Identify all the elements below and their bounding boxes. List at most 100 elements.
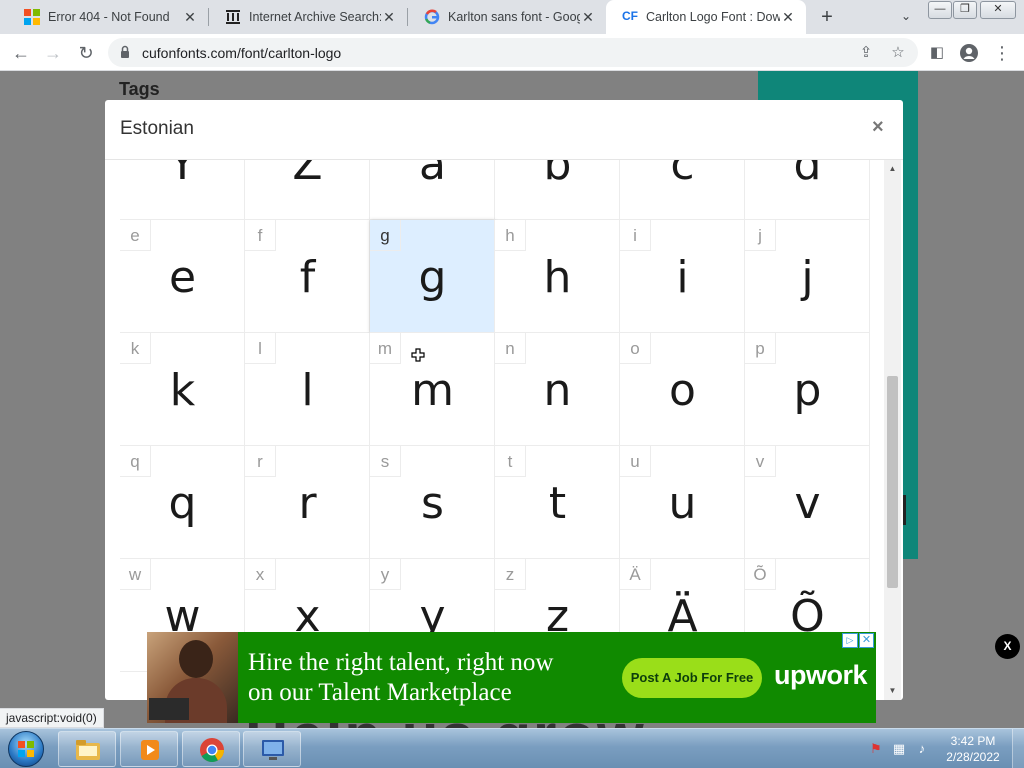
character-cell[interactable]: b (495, 160, 620, 220)
character-glyph: u (668, 478, 697, 529)
character-cell[interactable]: rr (245, 446, 370, 559)
tab-internet-archive[interactable]: Internet Archive Search: s ✕ (209, 0, 407, 34)
character-cell[interactable]: oo (620, 333, 745, 446)
back-arrow-icon[interactable]: ← (8, 40, 34, 66)
character-cell[interactable]: gg (370, 220, 495, 333)
character-glyph: a (419, 160, 446, 190)
character-glyph: Z (292, 160, 323, 190)
taskbar-clock[interactable]: 3:42 PM 2/28/2022 (940, 733, 1006, 765)
character-cell[interactable]: Z (245, 160, 370, 220)
ad-photo-person-head (179, 640, 213, 678)
upwork-logo: upwork (774, 660, 868, 690)
character-cell[interactable]: jj (745, 220, 870, 333)
character-cell[interactable]: ff (245, 220, 370, 333)
character-cell[interactable]: ss (370, 446, 495, 559)
character-label: f (245, 220, 276, 251)
close-tab-icon[interactable]: ✕ (780, 9, 796, 26)
close-tab-icon[interactable]: ✕ (381, 9, 397, 26)
character-label: o (620, 333, 651, 364)
ad-headline-line-1: Hire the right talent, right now (248, 649, 554, 676)
character-grid-viewport: YZabcdeeffgghhiijjkkllmmnnooppqqrrssttuu… (120, 160, 870, 700)
character-cell[interactable]: d (745, 160, 870, 220)
chrome-icon (200, 738, 224, 763)
character-cell[interactable]: hh (495, 220, 620, 333)
upwork-ad-banner[interactable]: Hire the right talent, right now on our … (147, 632, 876, 723)
character-glyph: g (418, 252, 447, 303)
character-label: r (245, 446, 276, 477)
address-bar[interactable]: cufonfonts.com/font/carlton-logo ⇪ ☆ (108, 38, 918, 67)
taskbar-windows-explorer[interactable] (58, 731, 116, 767)
character-label: x (245, 559, 276, 590)
taskbar-remote-desktop[interactable] (243, 731, 301, 767)
share-icon[interactable]: ⇪ (855, 42, 877, 64)
character-cell[interactable]: qq (120, 446, 245, 559)
character-glyph: k (169, 365, 196, 416)
action-center-flag-icon[interactable]: ⚑ (868, 741, 884, 757)
windows-taskbar: ⚑ ▦ ♪ 3:42 PM 2/28/2022 (0, 728, 1024, 768)
reload-icon[interactable]: ↻ (73, 40, 99, 66)
cufonfonts-icon: CF (622, 9, 638, 23)
status-bar-url: javascript:void(0) (0, 708, 104, 728)
character-cell[interactable]: Y (120, 160, 245, 220)
character-cell[interactable]: vv (745, 446, 870, 559)
tab-carlton-logo-font[interactable]: CF Carlton Logo Font : Down ✕ (606, 0, 806, 34)
windows-logo-icon (18, 741, 34, 757)
close-tab-icon[interactable]: ✕ (182, 9, 198, 26)
character-cell[interactable]: kk (120, 333, 245, 446)
new-tab-button[interactable]: + (815, 5, 839, 29)
character-cell[interactable]: a (370, 160, 495, 220)
forward-arrow-icon[interactable]: → (40, 40, 66, 66)
taskbar-media-player[interactable] (120, 731, 178, 767)
character-label: t (495, 446, 526, 477)
character-label: e (120, 220, 151, 251)
bookmark-star-icon[interactable]: ☆ (887, 42, 909, 64)
character-cell[interactable]: ii (620, 220, 745, 333)
ad-photo-laptop (149, 698, 189, 720)
character-label: y (370, 559, 401, 590)
character-cell[interactable]: pp (745, 333, 870, 446)
menu-kebab-icon[interactable]: ⋮ (989, 40, 1015, 66)
character-glyph: v (794, 478, 821, 529)
close-tab-icon[interactable]: ✕ (580, 9, 596, 26)
profile-avatar-icon[interactable] (956, 40, 982, 66)
character-glyph: q (168, 478, 197, 529)
minimize-button[interactable]: — (928, 1, 952, 19)
character-label: u (620, 446, 651, 477)
restore-button[interactable]: ❐ (953, 1, 977, 19)
character-cell[interactable]: c (620, 160, 745, 220)
character-cell[interactable]: tt (495, 446, 620, 559)
volume-icon[interactable]: ♪ (914, 741, 930, 757)
taskbar-chrome[interactable] (182, 731, 240, 767)
ad-close-icon[interactable]: ✕ (859, 633, 874, 648)
tab-title: Karlton sans font - Googl (448, 10, 580, 24)
character-cell[interactable]: ll (245, 333, 370, 446)
scrollbar-thumb[interactable] (887, 376, 898, 588)
character-cell[interactable]: mm (370, 333, 495, 446)
scroll-up-arrow-icon[interactable]: ▲ (884, 162, 901, 176)
tab-search-chevron-icon[interactable]: ⌄ (896, 6, 916, 26)
tab-karlton-google[interactable]: Karlton sans font - Googl ✕ (408, 0, 606, 34)
tab-title: Internet Archive Search: s (249, 10, 381, 24)
character-cell[interactable]: ee (120, 220, 245, 333)
side-panel-icon[interactable]: ◧ (924, 40, 950, 66)
character-label: i (620, 220, 651, 251)
post-a-job-button[interactable]: Post A Job For Free (622, 658, 762, 698)
ad-dismiss-button[interactable]: X (995, 634, 1020, 659)
character-cell[interactable]: uu (620, 446, 745, 559)
modal-close-button[interactable]: × (872, 116, 884, 139)
start-button[interactable] (4, 730, 48, 768)
character-cell[interactable]: nn (495, 333, 620, 446)
character-glyph: f (299, 252, 316, 303)
show-desktop-button[interactable] (1012, 729, 1024, 768)
character-label: Õ (745, 559, 776, 590)
network-icon[interactable]: ▦ (891, 741, 907, 757)
character-glyph: c (670, 160, 695, 190)
character-glyph: h (543, 252, 572, 303)
media-player-icon (141, 740, 159, 760)
close-window-button[interactable]: ✕ (980, 1, 1016, 19)
scroll-down-arrow-icon[interactable]: ▼ (884, 684, 901, 698)
clock-date: 2/28/2022 (946, 750, 1000, 764)
ad-choices-icon[interactable]: ▷ (842, 633, 858, 648)
tab-error-404[interactable]: Error 404 - Not Found ✕ (8, 0, 208, 34)
modal-scrollbar[interactable]: ▲ ▼ (884, 160, 901, 700)
